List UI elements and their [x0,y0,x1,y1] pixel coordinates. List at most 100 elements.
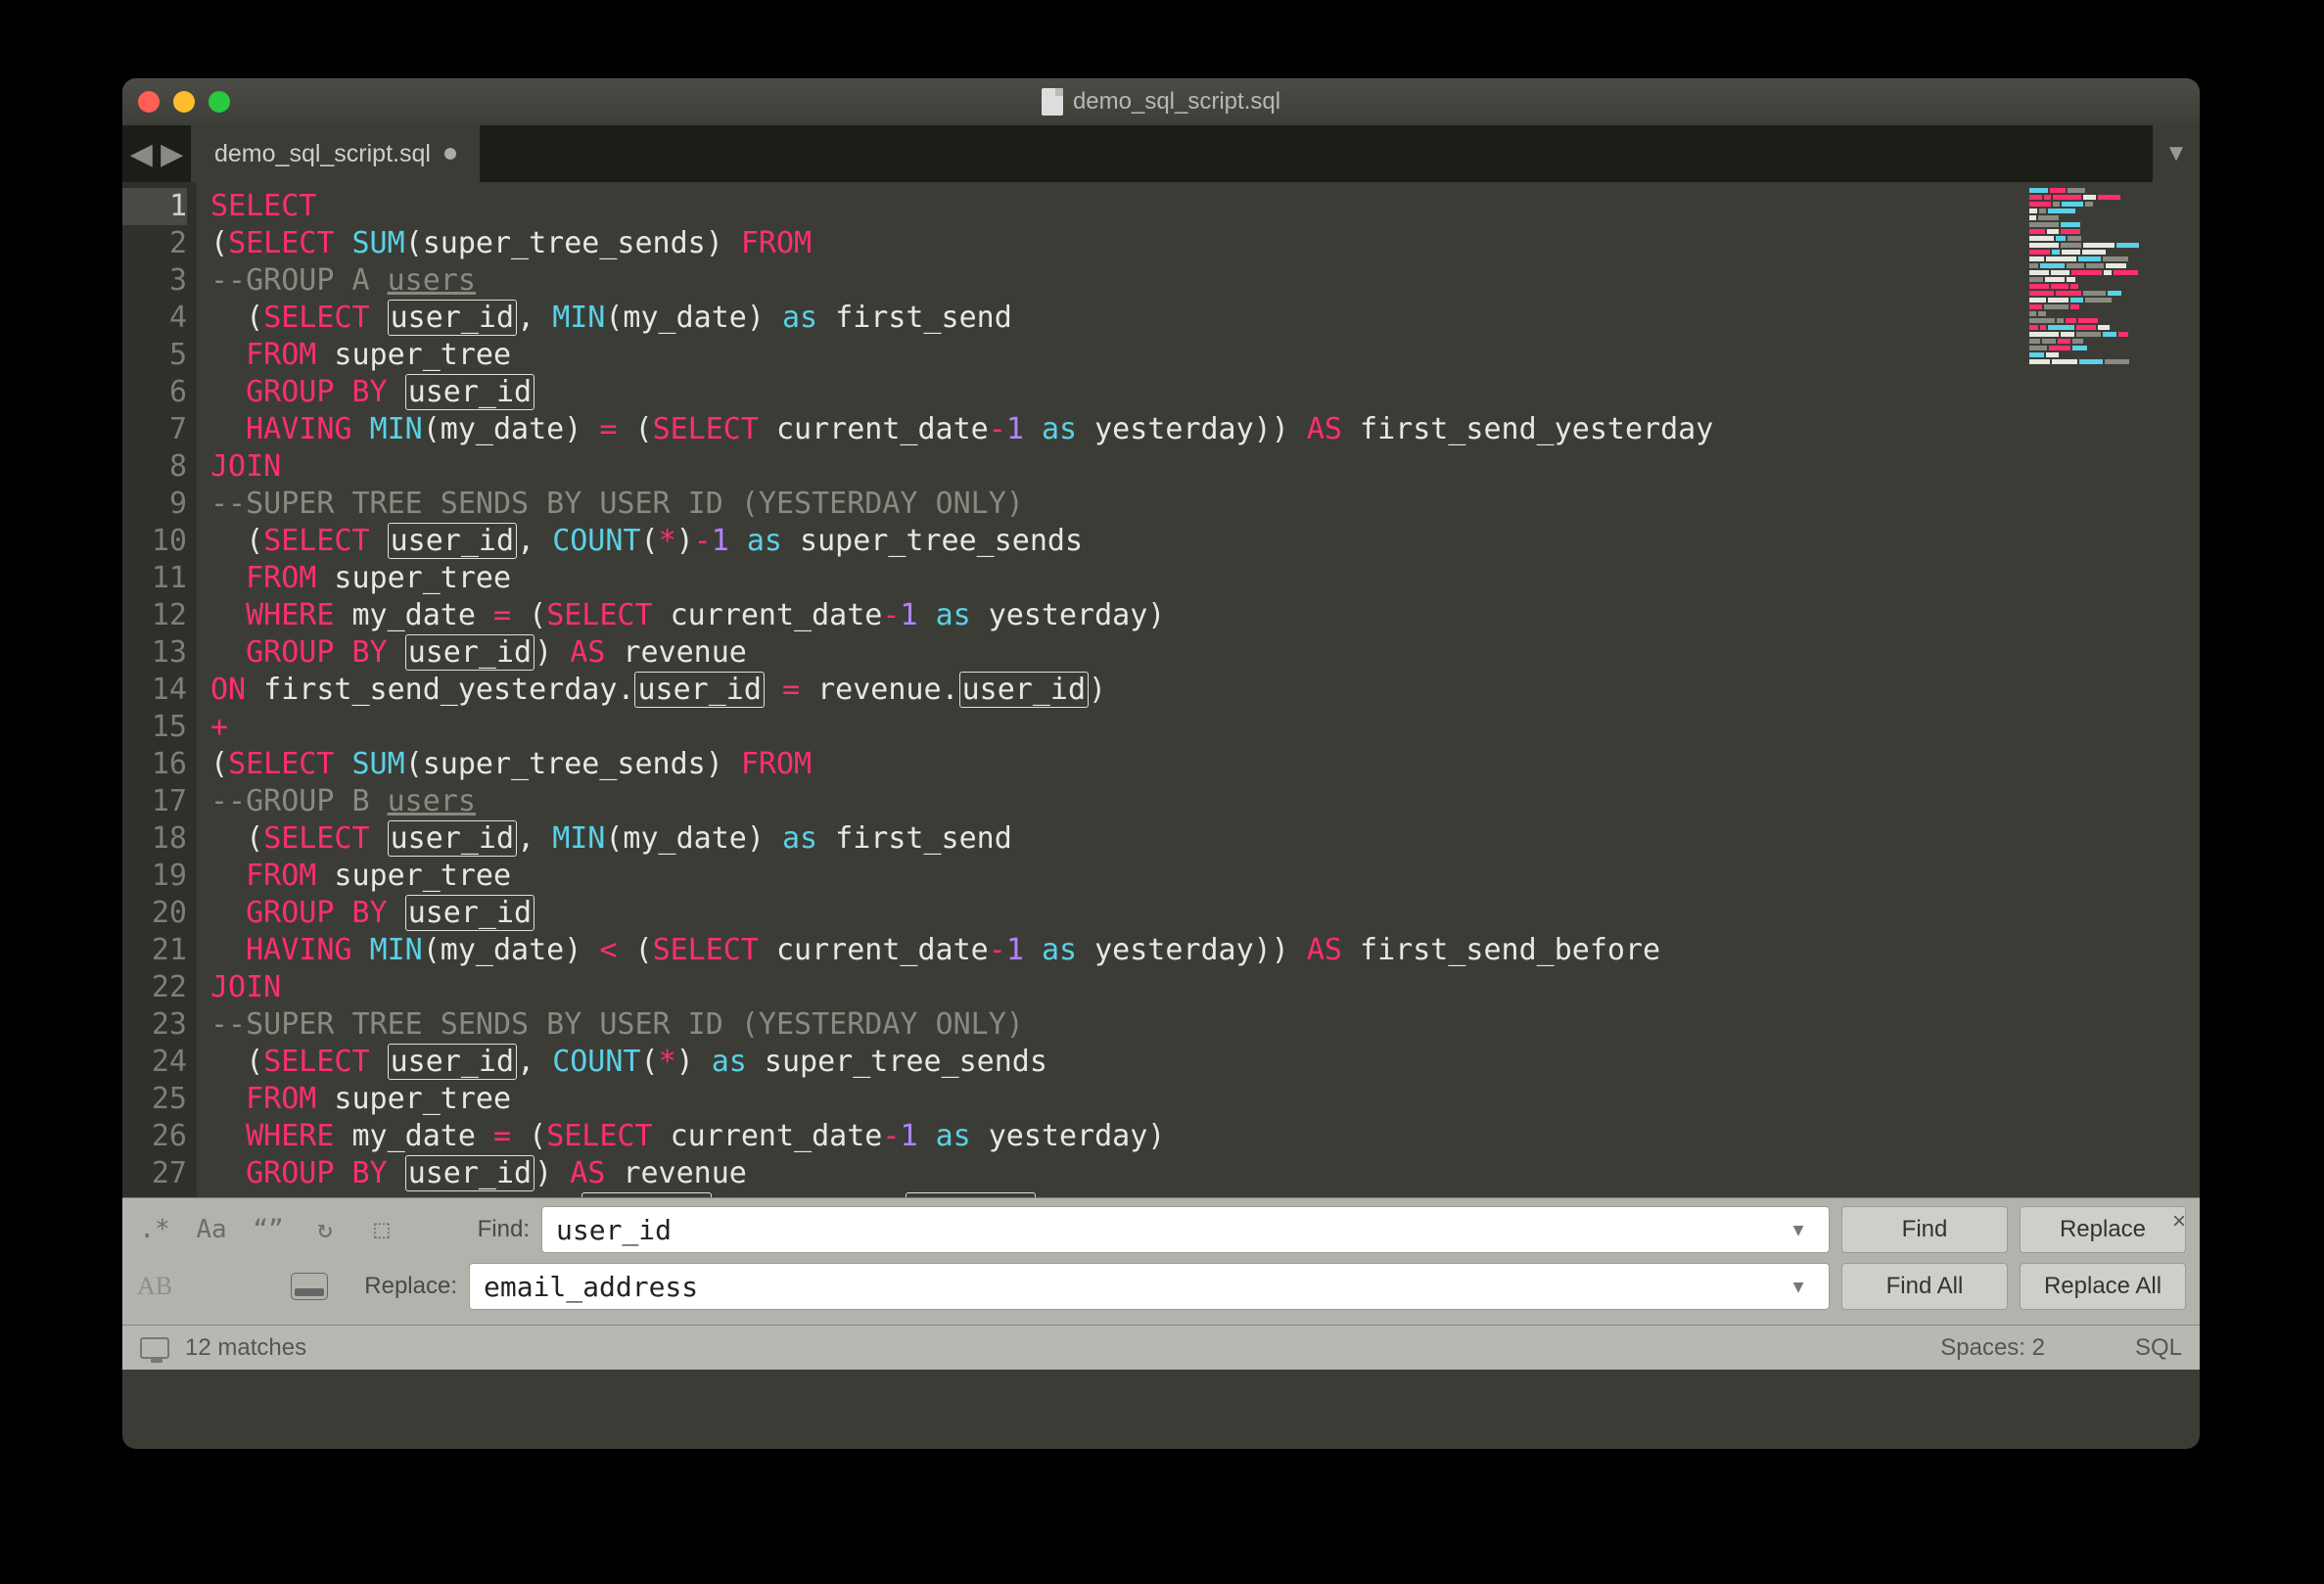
search-match: user_id [388,1044,517,1080]
search-match: user_id [959,672,1089,708]
minimap[interactable] [2027,186,2194,333]
replace-all-button[interactable]: Replace All [2020,1263,2186,1310]
wrap-option[interactable]: ↻ [306,1211,344,1248]
find-input[interactable]: user_id ▼ [541,1206,1830,1253]
line-number: 15 [122,709,187,746]
line-number: 9 [122,486,187,523]
status-lang[interactable]: SQL [2135,1334,2182,1362]
find-input-value: user_id [556,1214,1782,1246]
gutter: 1234567891011121314151617181920212223242… [122,182,197,1197]
tab-label: demo_sql_script.sql [214,140,431,168]
code-line[interactable]: (SELECT user_id, COUNT(*)-1 as super_tre… [210,523,2200,560]
line-number: 18 [122,820,187,858]
code-line[interactable]: GROUP BY user_id) AS revenue [210,634,2200,672]
nav-arrows[interactable]: ◀ ▶ [122,125,191,182]
preserve-case-option[interactable]: AB [136,1268,173,1305]
zoom-button[interactable] [209,91,230,113]
code-line[interactable]: FROM super_tree [210,560,2200,597]
code-line[interactable]: HAVING MIN(my_date) = (SELECT current_da… [210,411,2200,448]
editor[interactable]: 1234567891011121314151617181920212223242… [122,182,2200,1197]
console-icon[interactable] [140,1337,169,1359]
code-line[interactable]: + [210,709,2200,746]
code-line[interactable]: (SELECT user_id, MIN(my_date) as first_s… [210,820,2200,858]
in-selection-option[interactable]: ⬚ [363,1211,400,1248]
window-title: demo_sql_script.sql [122,88,2200,116]
search-match: user_id [405,895,535,931]
line-number: 4 [122,300,187,337]
replace-button[interactable]: Replace [2020,1206,2186,1253]
code-line[interactable]: (SELECT SUM(super_tree_sends) FROM [210,746,2200,783]
regex-option[interactable]: .* [136,1211,173,1248]
tab-bar: ◀ ▶ demo_sql_script.sql ▼ [122,125,2200,182]
status-matches: 12 matches [185,1334,306,1362]
code-line[interactable]: ON first_send_yesterday.user_id = revenu… [210,672,2200,709]
line-number: 7 [122,411,187,448]
traffic-lights [138,91,230,113]
status-bar: 12 matches Spaces: 2 SQL [122,1325,2200,1370]
code-line[interactable]: GROUP BY user_id [210,374,2200,411]
find-label: Find: [412,1216,530,1243]
search-match: user_id [388,300,517,336]
close-button[interactable] [138,91,160,113]
code-line[interactable]: --SUPER TREE SENDS BY USER ID (YESTERDAY… [210,1006,2200,1044]
code-line[interactable]: WHERE my_date = (SELECT current_date-1 a… [210,1118,2200,1155]
code-line[interactable]: HAVING MIN(my_date) < (SELECT current_da… [210,932,2200,969]
code-line[interactable]: GROUP BY user_id) AS revenue [210,1155,2200,1192]
minimize-button[interactable] [173,91,195,113]
line-number: 17 [122,783,187,820]
line-number: 14 [122,672,187,709]
line-number: 25 [122,1081,187,1118]
code-line[interactable]: --GROUP B users [210,783,2200,820]
line-number: 20 [122,895,187,932]
tab-menu-button[interactable]: ▼ [2153,125,2200,182]
code-line[interactable]: FROM super_tree [210,858,2200,895]
code-line[interactable]: SELECT [210,188,2200,225]
line-number: 5 [122,337,187,374]
wholeword-option[interactable]: “” [250,1211,287,1248]
line-number: 23 [122,1006,187,1044]
code-line[interactable]: FROM super_tree [210,1081,2200,1118]
line-number: 16 [122,746,187,783]
line-number: 12 [122,597,187,634]
replace-history-icon[interactable]: ▼ [1782,1277,1815,1297]
tab-bar-spacer [480,125,2153,182]
code-line[interactable]: --SUPER TREE SENDS BY USER ID (YESTERDAY… [210,486,2200,523]
line-number: 24 [122,1044,187,1081]
line-number: 26 [122,1118,187,1155]
line-number: 1 [122,188,187,225]
tab-active[interactable]: demo_sql_script.sql [191,125,480,182]
line-number: 6 [122,374,187,411]
replace-label: Replace: [340,1273,457,1300]
find-all-button[interactable]: Find All [1841,1263,2008,1310]
find-button[interactable]: Find [1841,1206,2008,1253]
code-line[interactable]: (SELECT SUM(super_tree_sends) FROM [210,225,2200,262]
search-match: user_id [388,523,517,559]
replace-input[interactable]: email_address ▼ [469,1263,1830,1310]
code-line[interactable]: JOIN [210,969,2200,1006]
line-number: 22 [122,969,187,1006]
code-line[interactable]: WHERE my_date = (SELECT current_date-1 a… [210,597,2200,634]
file-icon [1042,88,1063,116]
code-line[interactable]: GROUP BY user_id [210,895,2200,932]
titlebar: demo_sql_script.sql [122,78,2200,125]
line-number: 27 [122,1155,187,1192]
search-match: user_id [405,634,535,671]
search-match: user_id [405,374,535,410]
search-match: user_id [405,1155,535,1191]
code-line[interactable]: --GROUP A users [210,262,2200,300]
code-line[interactable]: JOIN [210,448,2200,486]
case-option[interactable]: Aa [193,1211,230,1248]
find-history-icon[interactable]: ▼ [1782,1220,1815,1240]
find-replace-panel: × .* Aa “” ↻ ⬚ Find: user_id ▼ Find Repl… [122,1197,2200,1325]
status-spaces[interactable]: Spaces: 2 [1940,1334,2045,1362]
code-line[interactable]: (SELECT user_id, COUNT(*) as super_tree_… [210,1044,2200,1081]
window-title-text: demo_sql_script.sql [1073,88,1280,116]
window: demo_sql_script.sql ◀ ▶ demo_sql_script.… [122,78,2200,1449]
toggle-panel-icon[interactable] [291,1268,328,1305]
code-line[interactable]: FROM super_tree [210,337,2200,374]
code-line[interactable]: (SELECT user_id, MIN(my_date) as first_s… [210,300,2200,337]
line-number: 13 [122,634,187,672]
code-area[interactable]: SELECT(SELECT SUM(super_tree_sends) FROM… [197,182,2200,1197]
line-number: 11 [122,560,187,597]
close-panel-button[interactable]: × [2172,1208,2186,1235]
